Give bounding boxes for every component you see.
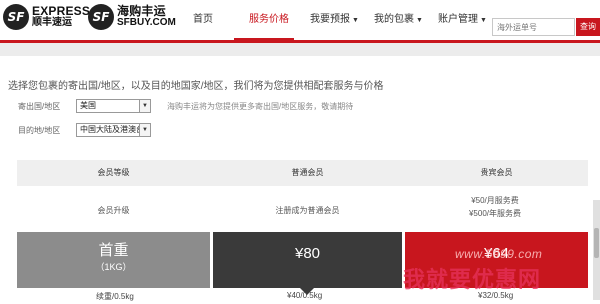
header: SF EXPRESS 顺丰速运 SF 海购丰运 SFBUY.COM 首页 服务价… (0, 0, 600, 40)
nav-my-packages[interactable]: 我的包裹 ▼ (374, 0, 423, 40)
search-button[interactable]: 查询 (576, 18, 600, 36)
watermark-text: 我就要优惠网 (403, 267, 542, 292)
upgrade-vip-fees: ¥50/月服务费 ¥500/年服务费 (440, 194, 550, 220)
continued-weight-normal: ¥40/0.5kg (287, 291, 323, 300)
nav-home[interactable]: 首页 (193, 0, 213, 40)
logo-chinese-text: 顺丰速运 (32, 17, 72, 28)
scrollbar[interactable] (593, 200, 600, 300)
first-weight-unit: （1KG） (95, 262, 132, 272)
sf-logo-icon: SF (88, 4, 114, 30)
continued-weight-label: 续重/0.5kg (96, 292, 134, 301)
destination-label: 目的地/地区 (18, 126, 61, 135)
caret-down-icon: ▼ (352, 17, 359, 24)
header-vip-member: 贵宾会员 (480, 168, 513, 177)
caret-down-icon: ▼ (480, 17, 487, 24)
caret-down-icon: ▼ (416, 17, 423, 24)
origin-select-value: 美国 (80, 101, 96, 110)
first-weight-normal-block: ¥80 (213, 232, 402, 288)
header-membership-level: 会员等级 (97, 168, 130, 177)
vip-yearly-fee: ¥500/年服务费 (468, 209, 522, 218)
dropdown-arrow-icon: ▼ (139, 100, 150, 112)
sf-logo-icon: SF (3, 4, 29, 30)
sf-express-logo[interactable]: SF EXPRESS 顺丰速运 (3, 4, 90, 30)
scrollbar-thumb[interactable] (594, 228, 599, 258)
logo-sfbuy-chinese: 海购丰运 (117, 4, 166, 18)
upgrade-normal: 注册成为普通会员 (275, 206, 340, 215)
watermark-url: www.5999.com (455, 247, 543, 261)
first-weight-label: 首重 (98, 242, 129, 259)
logo-sfbuy-domain: SFBUY.COM (117, 17, 176, 28)
nav-service-price[interactable]: 服务价格 (249, 0, 289, 40)
logo-express-text: EXPRESS (32, 4, 91, 18)
header-normal-member: 普通会员 (291, 168, 324, 177)
header-red-bar (0, 40, 600, 43)
destination-select[interactable]: 中国大陆及港澳台 ▼ (76, 123, 151, 137)
origin-select[interactable]: 美国 ▼ (76, 99, 151, 113)
first-weight-normal-price: ¥80 (294, 245, 321, 262)
first-weight-label-block: 首重 （1KG） (17, 232, 210, 288)
tracking-search-input[interactable] (492, 18, 575, 36)
dropdown-arrow-icon: ▼ (139, 124, 150, 136)
origin-label: 寄出国/地区 (18, 102, 61, 111)
vip-monthly-fee: ¥50/月服务费 (471, 196, 519, 205)
origin-hint: 海购丰运将为您提供更多寄出国/地区服务，敬请期待 (167, 102, 354, 111)
intro-text: 选择您包裹的寄出国/地区，以及目的地国家/地区，我们将为您提供相配套服务与价格 (8, 81, 384, 92)
sfbuy-logo[interactable]: SF 海购丰运 SFBUY.COM (88, 4, 176, 30)
upgrade-label: 会员升级 (97, 206, 130, 215)
nav-account[interactable]: 账户管理 ▼ (438, 0, 487, 40)
destination-select-value: 中国大陆及港澳台 (80, 125, 144, 134)
nav-forecast[interactable]: 我要预报 ▼ (310, 0, 359, 40)
